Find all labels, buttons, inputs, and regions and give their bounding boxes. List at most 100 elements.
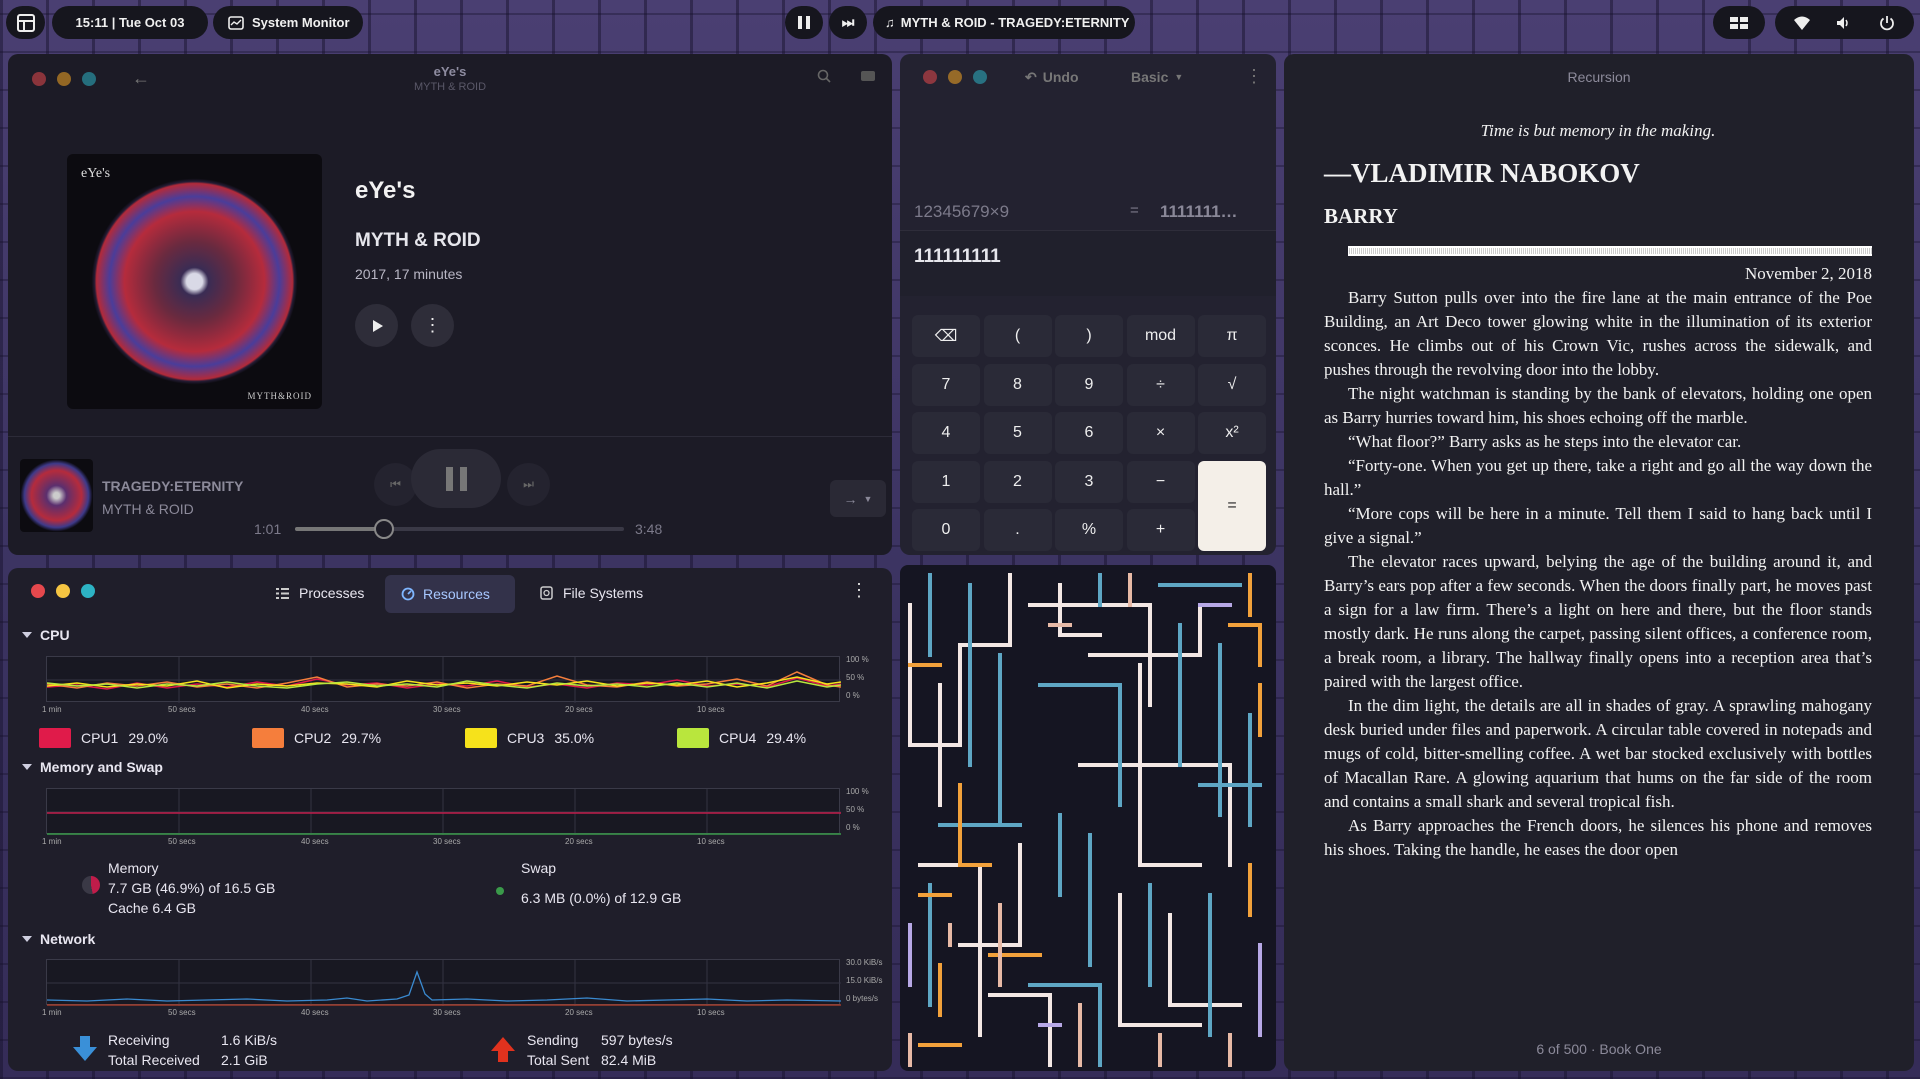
key-percent-button[interactable]: % [1055,509,1123,551]
key-backspace-button[interactable]: ⌫ [912,315,980,357]
active-app-label: System Monitor [252,15,350,30]
key-divide-button[interactable]: ÷ [1126,363,1195,406]
mode-selector[interactable]: Basic ▼ [1131,69,1183,85]
play-album-button[interactable] [355,304,398,347]
memory-section-header[interactable]: Memory and Swap [22,759,163,775]
close-button[interactable] [31,584,45,598]
swap-indicator[interactable] [496,887,504,895]
activities-button[interactable] [6,6,45,39]
cpu2-color-swatch[interactable] [252,728,284,748]
axis-tick: 50 secs [168,1008,196,1017]
key-square-button[interactable]: x² [1198,412,1266,454]
repeat-mode-button[interactable]: → ▼ [830,480,886,517]
list-icon [276,587,289,599]
minimize-button[interactable] [948,70,962,84]
pause-icon [445,466,467,491]
seek-slider[interactable] [295,519,624,539]
cpu3-legend[interactable]: CPU3 35.0% [465,728,594,748]
duration-time: 3:48 [635,521,663,537]
calculator-display[interactable]: 111111111 [900,231,1276,296]
maze-window [900,565,1276,1071]
system-tray[interactable] [1775,6,1914,39]
more-vertical-icon: ⋮ [850,580,868,600]
collapse-icon [22,764,32,770]
undo-button[interactable]: ↶ Undo [1025,69,1079,86]
key-pi-button[interactable]: π [1198,315,1266,357]
key-5-button[interactable]: 5 [983,412,1052,454]
calculator-menu-button[interactable]: ⋮ [1245,66,1263,87]
epigraph: Time is but memory in the making. [1480,121,1716,140]
key-label: . [1015,521,1020,538]
key-multiply-button[interactable]: × [1126,412,1195,454]
main-menu-button[interactable]: ⋮ [850,580,868,601]
key-sqrt-button[interactable]: √ [1198,363,1266,406]
key-label: x² [1225,424,1239,441]
previous-button[interactable]: ⏮ [374,463,417,506]
key-open-paren-button[interactable]: ( [983,315,1052,357]
cpu4-color-swatch[interactable] [677,728,709,748]
album-menu-button[interactable]: ⋮ [411,304,454,347]
now-playing-indicator[interactable]: ♫ MYTH & ROID - TRAGEDY:ETERNITY [873,6,1135,39]
paragraph: “Forty-one. When you get up there, take … [1324,456,1872,499]
window-subtitle: MYTH & ROID [413,81,487,93]
key-6-button[interactable]: 6 [1055,412,1123,454]
key-3-button[interactable]: 3 [1055,460,1123,503]
key-2-button[interactable]: 2 [983,460,1052,503]
maximize-button[interactable] [81,584,95,598]
history-expression[interactable]: 12345679×9 [914,202,1009,222]
minimize-button[interactable] [56,584,70,598]
close-button[interactable] [923,70,937,84]
media-next-button[interactable]: ⏭ [829,6,867,39]
album-cover[interactable]: eYe's MYTH&ROID [67,154,322,409]
axis-tick: 30 secs [433,837,461,846]
cpu2-legend[interactable]: CPU2 29.7% [252,728,381,748]
wifi-icon[interactable] [1794,16,1811,30]
download-arrow-icon[interactable] [72,1036,98,1062]
workspaces-button[interactable] [1713,6,1765,39]
upload-arrow-icon[interactable] [490,1036,516,1062]
menu-button[interactable] [861,70,875,86]
track-thumbnail[interactable] [20,459,93,532]
key-add-button[interactable]: + [1126,509,1195,551]
key-close-paren-button[interactable]: ) [1055,315,1123,357]
history-result[interactable]: 1111111… [1160,202,1238,222]
music-note-icon: ♫ [885,15,895,30]
cpu1-color-swatch[interactable] [39,728,71,748]
key-8-button[interactable]: 8 [983,363,1052,406]
key-0-button[interactable]: 0 [912,509,980,551]
tab-processes[interactable]: Processes [262,575,374,611]
media-pause-button[interactable] [785,6,823,39]
clock[interactable]: 15:11 | Tue Oct 03 [52,6,208,39]
tab-file-systems[interactable]: File Systems [528,575,656,611]
network-section-header[interactable]: Network [22,931,95,947]
axis-tick: 40 secs [301,837,329,846]
key-decimal-button[interactable]: . [983,509,1052,551]
book-page[interactable]: Time is but memory in the making. —VLADI… [1324,119,1872,862]
key-7-button[interactable]: 7 [912,363,980,406]
active-app-button[interactable]: System Monitor [213,6,363,39]
key-subtract-button[interactable]: − [1126,460,1195,503]
key-1-button[interactable]: 1 [912,460,980,503]
cpu3-color-swatch[interactable] [465,728,497,748]
axis-tick: 40 secs [301,1008,329,1017]
play-pause-button[interactable] [411,449,501,508]
maximize-button[interactable] [973,70,987,84]
next-button[interactable]: ⏭ [507,463,550,506]
memory-pie[interactable] [82,876,100,894]
cpu1-legend[interactable]: CPU1 29.0% [39,728,168,748]
key-equals-button[interactable]: = [1198,460,1266,551]
power-icon[interactable] [1879,15,1895,31]
more-vertical-icon: ⋮ [423,315,442,335]
seek-knob[interactable] [373,519,394,539]
key-mod-button[interactable]: mod [1126,315,1195,357]
key-label: 0 [941,521,951,538]
cpu-section-header[interactable]: CPU [22,627,70,643]
key-9-button[interactable]: 9 [1055,363,1123,406]
seek-fill [295,527,384,531]
key-label: √ [1227,375,1237,393]
tab-resources[interactable]: Resources [385,575,515,613]
key-4-button[interactable]: 4 [912,412,980,454]
search-button[interactable] [817,69,831,86]
volume-icon[interactable] [1836,16,1852,30]
cpu4-legend[interactable]: CPU4 29.4% [677,728,806,748]
